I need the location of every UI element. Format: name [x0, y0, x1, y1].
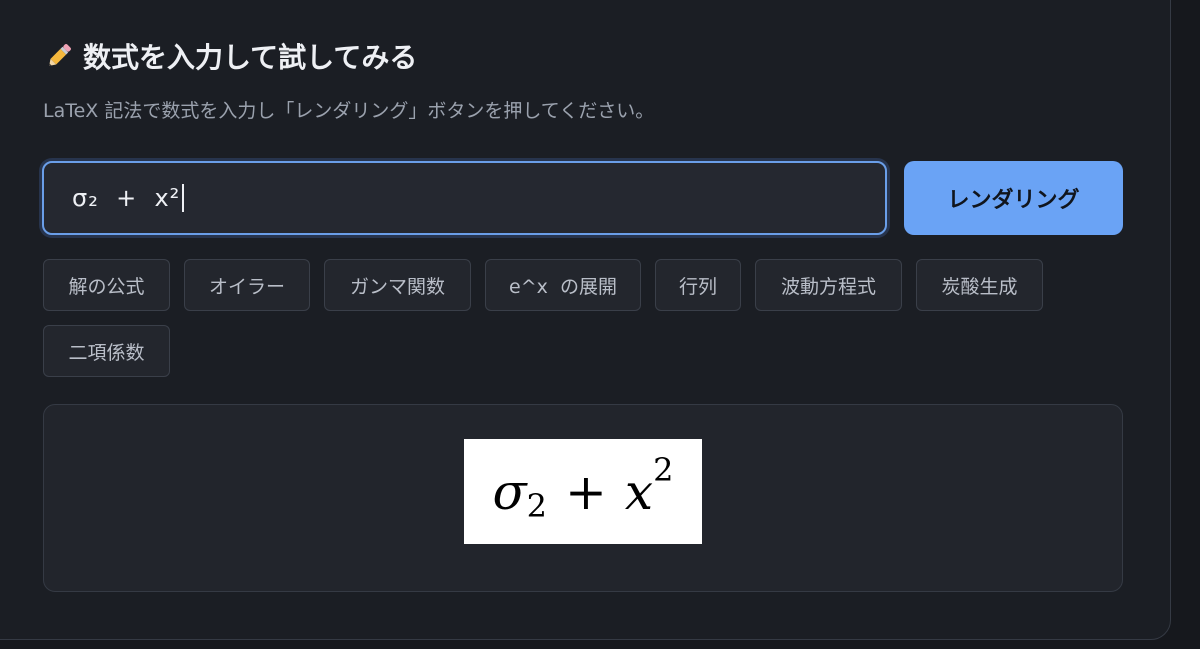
example-chip-gamma[interactable]: ガンマ関数 [324, 259, 471, 311]
formula-term: x [624, 462, 654, 521]
example-chip-binomial[interactable]: 二項係数 [43, 325, 170, 377]
formula-operator: + [565, 462, 607, 521]
section-title: 数式を入力して試してみる [43, 38, 417, 74]
example-chip-exp-expansion[interactable]: e^x の展開 [485, 259, 641, 311]
latex-input-value: σ₂ + x² [72, 184, 181, 212]
pencil-icon [49, 44, 71, 66]
example-chip-carbonation[interactable]: 炭酸生成 [916, 259, 1043, 311]
example-chip-wave-equation[interactable]: 波動方程式 [755, 259, 902, 311]
example-chip-quadratic[interactable]: 解の公式 [43, 259, 170, 311]
example-chip-euler[interactable]: オイラー [184, 259, 310, 311]
title-text: 数式を入力して試してみる [83, 41, 418, 74]
latex-input[interactable]: σ₂ + x² [42, 161, 887, 235]
formula-superscript: 2 [653, 450, 674, 489]
text-caret [182, 184, 185, 212]
render-button[interactable]: レンダリング [904, 161, 1123, 235]
instruction-text: LaTeX 記法で数式を入力し「レンダリング」ボタンを押してください。 [43, 100, 655, 122]
formula-base: σ [492, 462, 527, 521]
rendered-formula: σ2 + x2 [464, 439, 702, 544]
example-chip-matrix[interactable]: 行列 [655, 259, 741, 311]
formula-subscript: 2 [526, 486, 548, 525]
